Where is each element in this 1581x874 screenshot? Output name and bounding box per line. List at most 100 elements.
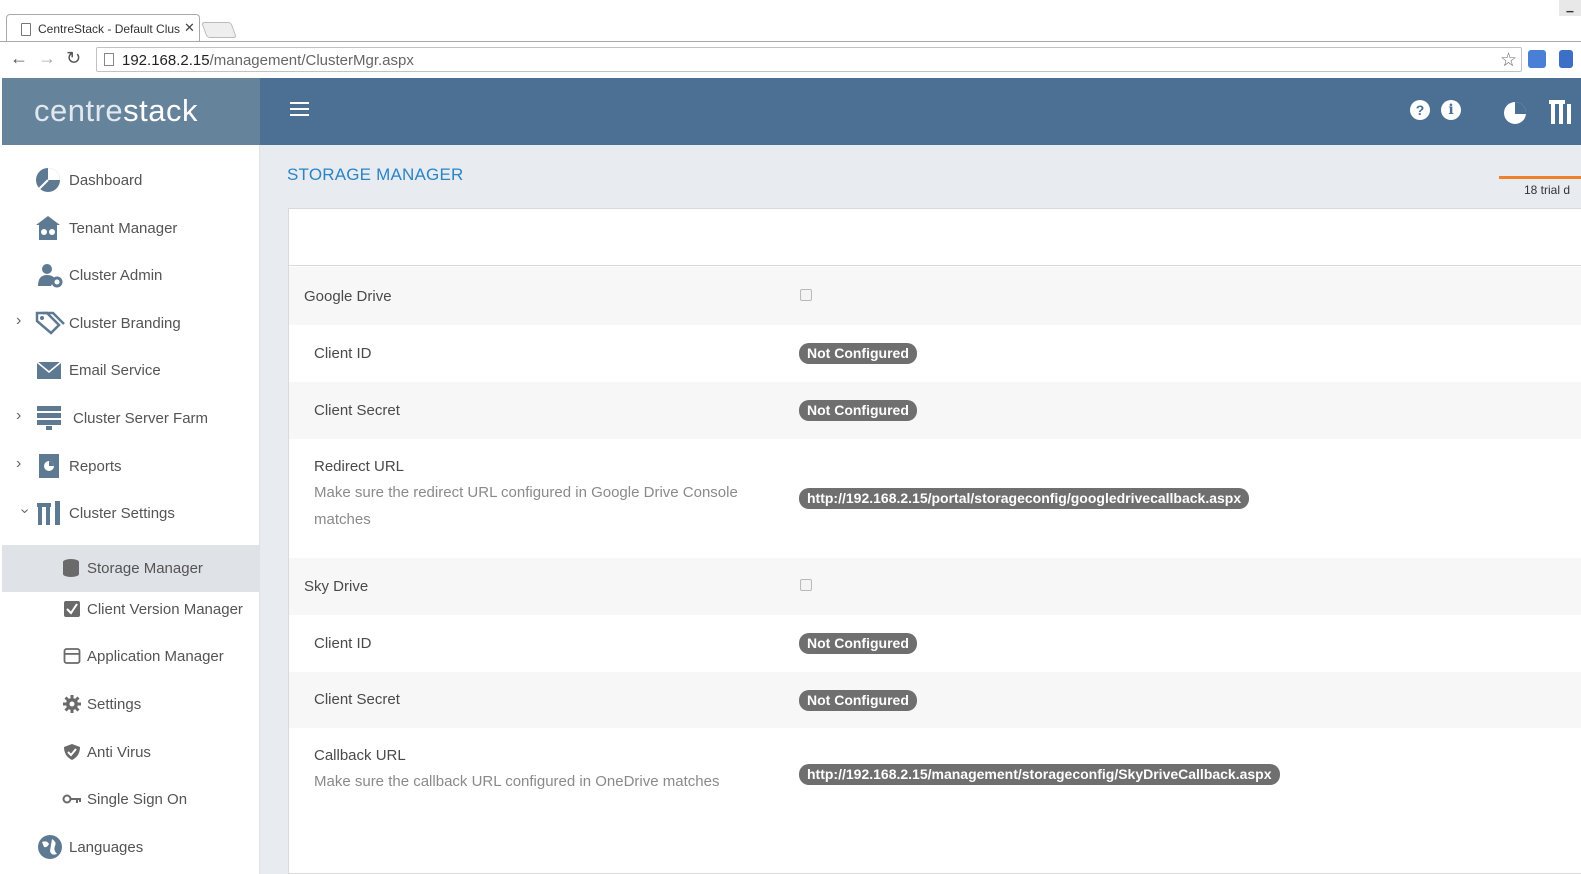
forward-arrow-icon[interactable]: → [38,48,56,68]
redirect-url-value-badge[interactable]: http://192.168.2.15/portal/storageconfig… [799,488,1250,509]
chevron-right-icon[interactable]: › [16,455,21,473]
sidebar-item-label: Anti Virus [87,744,151,761]
sidebar-item-cluster-branding[interactable]: › Cluster Branding [2,300,260,347]
sidebar-item-application-manager[interactable]: Application Manager [2,633,260,680]
server-rack-icon [37,406,61,430]
sidebar-item-settings[interactable]: Settings [2,681,260,728]
client-id-status-badge: Not Configured [799,633,917,654]
dashboard-pie-icon [36,168,60,192]
page-icon [104,53,114,66]
sidebar-item-dashboard[interactable]: Dashboard [2,157,260,204]
google-drive-row: Google Drive [289,267,1581,325]
sidebar-item-storage-manager[interactable]: Storage Manager [2,545,260,592]
main-content: STORAGE MANAGER 18 trial d Google Drive … [260,145,1581,874]
google-drive-client-secret-row: Client Secret Not Configured [289,382,1581,439]
sidebar-item-cluster-server-farm[interactable]: › Cluster Server Farm [2,395,260,442]
storage-settings-panel: Google Drive Client ID Not Configured Cl… [288,208,1581,874]
callback-url-hint: Make sure the callback URL configured in… [314,773,720,790]
sidebar-item-label: Storage Manager [87,560,203,577]
gear-icon [63,695,81,713]
brand-logo[interactable]: centrestack [2,78,260,145]
extension-icon[interactable] [1559,50,1573,68]
browser-tab[interactable]: CentreStack - Default Clus ✕ [6,14,200,42]
google-drive-label: Google Drive [304,288,392,305]
callback-url-label: Callback URL [314,747,406,764]
translate-extension-icon[interactable] [1528,50,1546,68]
sidebar-item-label: Client Version Manager [87,601,243,618]
document-icon [21,23,31,36]
sidebar-item-cluster-admin[interactable]: Cluster Admin [2,252,260,299]
sidebar-item-label: Reports [69,458,122,475]
sidebar-item-languages[interactable]: Languages [2,824,260,871]
google-drive-client-id-row: Client ID Not Configured [289,325,1581,382]
window-minimize-icon[interactable]: ▁ [1559,0,1581,16]
sidebar: Dashboard Tenant Manager Cluster Admin ›… [2,145,260,874]
google-drive-checkbox[interactable] [800,289,812,301]
trial-progress-bar [1499,176,1581,179]
sidebar-item-label: Cluster Branding [69,315,181,332]
hamburger-menu-icon[interactable] [290,102,309,120]
dashboard-pie-icon[interactable] [1502,100,1528,126]
sidebar-item-label: Cluster Settings [69,505,175,522]
client-id-label: Client ID [314,635,372,652]
sidebar-item-label: Cluster Server Farm [73,410,209,427]
close-tab-icon[interactable]: ✕ [184,20,195,36]
url-text[interactable]: 192.168.2.15/management/ClusterMgr.aspx [122,52,414,69]
chevron-right-icon[interactable]: › [16,312,21,330]
chevron-right-icon[interactable]: › [16,407,21,425]
check-box-icon [64,601,80,617]
window-icon [63,648,81,664]
sidebar-item-email-service[interactable]: Email Service [2,347,260,394]
client-secret-status-badge: Not Configured [799,690,917,711]
browser-tabstrip: CentreStack - Default Clus ✕ ▁ [0,0,1581,42]
sidebar-item-reports[interactable]: › Reports [2,443,260,490]
sky-drive-row: Sky Drive [289,558,1581,615]
globe-icon [38,835,62,859]
admin-user-gear-icon [38,264,63,288]
google-drive-redirect-url-row: Redirect URL Make sure the redirect URL … [289,439,1581,558]
sidebar-item-label: Cluster Admin [69,267,163,284]
sidebar-item-label: Dashboard [69,172,143,189]
sky-drive-label: Sky Drive [304,578,369,595]
redirect-url-label: Redirect URL [314,458,405,475]
sky-drive-checkbox[interactable] [800,579,812,591]
browser-toolbar: ← → ↻ 192.168.2.15/management/ClusterMgr… [0,41,1581,77]
page-title: STORAGE MANAGER [287,165,464,184]
info-icon[interactable]: i [1441,100,1461,120]
sidebar-item-single-sign-on[interactable]: Single Sign On [2,776,260,823]
brand-text: centrestack [34,93,199,128]
new-tab-button[interactable] [201,22,237,38]
client-secret-label: Client Secret [314,402,400,419]
sidebar-item-tenant-manager[interactable]: Tenant Manager [2,205,260,252]
address-bar[interactable]: 192.168.2.15/management/ClusterMgr.aspx … [96,47,1522,72]
tools-icon[interactable] [1549,98,1573,126]
sidebar-item-cluster-settings[interactable]: › Cluster Settings [2,490,260,537]
sidebar-item-label: Tenant Manager [69,220,178,237]
back-arrow-icon[interactable]: ← [10,48,28,68]
chevron-down-icon[interactable]: › [16,508,34,513]
tags-icon [35,311,65,335]
sidebar-item-label: Languages [69,839,144,856]
callback-url-value-badge[interactable]: http://192.168.2.15/management/storageco… [799,764,1280,785]
tab-title: CentreStack - Default Clus [38,22,180,36]
sidebar-item-anti-virus[interactable]: Anti Virus [2,729,260,776]
shield-check-icon [64,744,80,760]
sky-drive-client-id-row: Client ID Not Configured [289,615,1581,672]
help-icon[interactable]: ? [1410,100,1430,120]
bookmark-star-icon[interactable]: ☆ [1500,49,1517,72]
tenant-building-icon [36,216,60,240]
reload-icon[interactable]: ↻ [66,48,81,68]
envelope-icon [36,361,62,379]
client-id-status-badge: Not Configured [799,343,917,364]
sidebar-item-label: Settings [87,696,142,713]
sidebar-item-client-version-manager[interactable]: Client Version Manager [2,586,260,633]
trial-status-text: 18 trial d [1524,183,1571,197]
tools-icon [37,501,60,525]
report-icon [39,454,59,478]
panel-header [289,209,1581,266]
client-secret-status-badge: Not Configured [799,400,917,421]
client-secret-label: Client Secret [314,691,400,708]
key-icon [62,794,81,804]
redirect-url-hint: Make sure the redirect URL configured in… [314,484,738,528]
database-icon [63,559,79,577]
